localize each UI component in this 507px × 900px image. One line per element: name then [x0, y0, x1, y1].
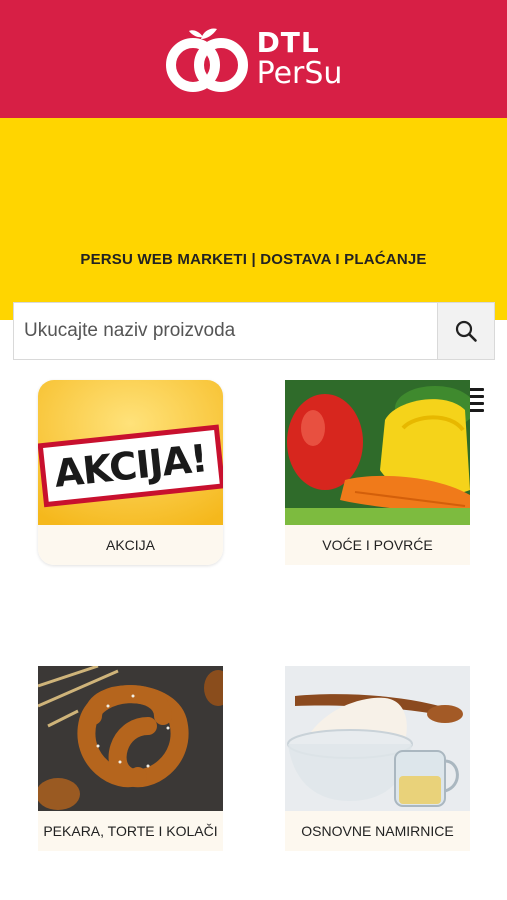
category-card-akcija[interactable]: AKCIJA! AKCIJA: [38, 380, 223, 565]
category-card-osnovne-namirnice[interactable]: OSNOVNE NAMIRNICE: [285, 666, 470, 851]
category-label: PEKARA, TORTE I KOLAČI: [38, 811, 223, 851]
search-input[interactable]: [14, 303, 437, 359]
category-label: AKCIJA: [38, 525, 223, 565]
fruit-vegetables-image: [285, 380, 470, 525]
category-label: VOĆE I POVRĆE: [285, 525, 470, 565]
brand-bar: DTL PerSu: [0, 0, 507, 118]
flour-oil-image: [285, 666, 470, 811]
brand-line1: DTL: [256, 26, 320, 59]
search-bar-area: PERSU WEB MARKETI | DOSTAVA I PLAĆANJE: [0, 118, 507, 412]
top-header: DTL PerSu PERSU WEB MARKETI | DOSTAVA I …: [0, 0, 507, 412]
brand-wordmark: DTL PerSu: [257, 29, 343, 89]
category-card-pekara[interactable]: PEKARA, TORTE I KOLAČI: [38, 666, 223, 851]
search-button[interactable]: [437, 303, 494, 359]
category-card-voce-i-povrce[interactable]: VOĆE I POVRĆE: [285, 380, 470, 565]
search-icon: [455, 320, 477, 342]
category-label: OSNOVNE NAMIRNICE: [285, 811, 470, 851]
tagline[interactable]: PERSU WEB MARKETI | DOSTAVA I PLAĆANJE: [0, 251, 507, 268]
search-form: [13, 302, 495, 360]
pretzel-bakery-image: [38, 666, 223, 811]
brand-logo[interactable]: DTL PerSu: [165, 23, 343, 95]
logo-rings-icon: [165, 28, 248, 92]
brand-line2: PerSu: [256, 56, 343, 91]
